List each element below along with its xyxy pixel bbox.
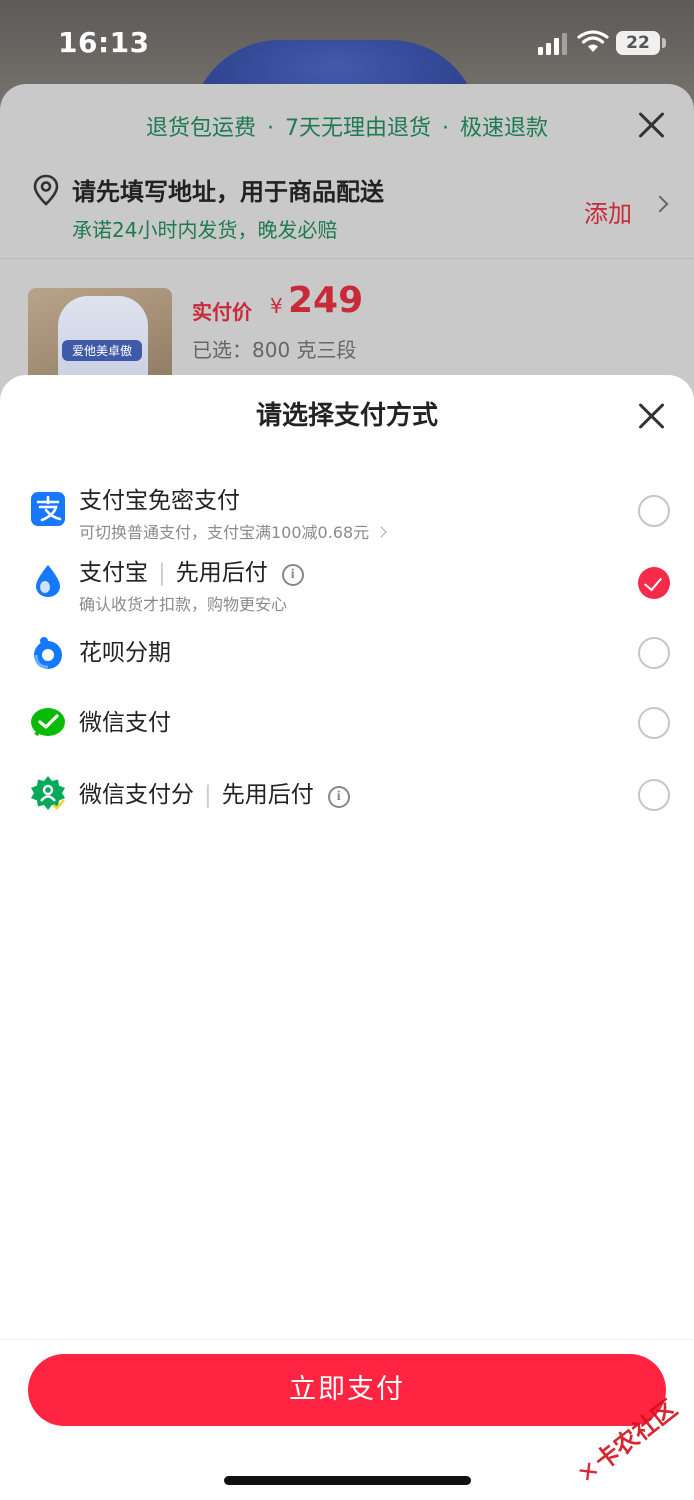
location-pin-icon [33, 174, 59, 206]
payment-method-name-row: 支付宝 | 先用后付 i [79, 553, 304, 587]
promo-item: 退货包运费 [145, 116, 256, 141]
payment-method-name: 花呗分期 [79, 640, 171, 666]
payment-method-subtitle: 可切换普通支付，支付宝满100减0.68元 [79, 519, 387, 543]
promo-separator: · [267, 116, 274, 141]
payment-method-name-row: 微信支付分 | 先用后付 i [79, 775, 350, 809]
info-icon[interactable]: i [327, 786, 350, 808]
cellular-signal-icon [538, 33, 568, 55]
address-subtitle: 承诺24小时内发货，晚发必赔 [72, 218, 338, 242]
huabei-icon [34, 637, 62, 669]
payment-method-wechat[interactable]: 微信支付 [0, 691, 694, 755]
add-address-button[interactable]: 添加 [584, 194, 632, 229]
status-bar: 16:13 22 [0, 0, 694, 86]
divider [0, 1339, 694, 1340]
selected-spec: 已选：800 克三段 [192, 338, 357, 362]
chevron-right-icon [375, 526, 387, 538]
alipay-icon [31, 492, 65, 526]
name-separator: | [204, 782, 212, 808]
battery-icon: 22 [616, 31, 660, 55]
promo-item: 7天无理由退货 [285, 116, 431, 141]
chevron-right-icon [651, 195, 669, 213]
home-indicator [224, 1476, 471, 1485]
radio-button[interactable] [638, 637, 670, 669]
address-title: 请先填写地址，用于商品配送 [72, 178, 384, 206]
product-image-label: 爱他美卓傲 [62, 340, 142, 361]
divider [0, 258, 694, 259]
wifi-icon [577, 30, 609, 52]
payment-method-tag: 先用后付 [221, 782, 314, 808]
alipay-drop-icon [36, 565, 60, 597]
radio-button[interactable] [638, 495, 670, 527]
payment-method-name: 支付宝 [79, 560, 148, 586]
payment-method-alipay-nopwd[interactable]: 支付宝免密支付 可切换普通支付，支付宝满100减0.68元 [0, 477, 694, 543]
price-currency: ¥ [270, 294, 283, 318]
order-sheet-close-icon[interactable] [636, 110, 666, 140]
wechat-score-icon [31, 776, 65, 810]
payment-method-tag: 先用后付 [175, 560, 268, 586]
promo-separator: · [442, 116, 449, 141]
battery-cap [662, 38, 666, 48]
payment-sheet-title: 请选择支付方式 [255, 401, 438, 431]
status-time: 16:13 [58, 26, 150, 59]
price-value: 249 [288, 280, 364, 321]
price-label: 实付价 [192, 300, 252, 324]
info-icon[interactable]: i [281, 564, 304, 586]
payment-sheet: 请选择支付方式 支付宝免密支付 可切换普通支付，支付宝满100减0.68元 支付… [0, 375, 694, 1500]
payment-method-name: 微信支付分 [79, 782, 194, 808]
promo-bar: 退货包运费 · 7天无理由退货 · 极速退款 [0, 110, 694, 142]
radio-button[interactable] [638, 779, 670, 811]
payment-method-huabei[interactable]: 花呗分期 [0, 621, 694, 685]
address-row[interactable]: 请先填写地址，用于商品配送 承诺24小时内发货，晚发必赔 添加 [30, 170, 670, 244]
payment-method-subtitle: 确认收货才扣款，购物更安心 [79, 595, 288, 614]
payment-method-name: 支付宝免密支付 [79, 488, 240, 514]
name-separator: | [158, 560, 166, 586]
pay-now-button[interactable]: 立即支付 [28, 1354, 666, 1426]
payment-method-subtitle-text: 可切换普通支付，支付宝满100减0.68元 [79, 523, 370, 542]
promo-item: 极速退款 [460, 116, 549, 141]
wechat-pay-icon [31, 708, 65, 737]
payment-method-wechat-score[interactable]: 微信支付分 | 先用后付 i [0, 763, 694, 827]
radio-button[interactable] [638, 707, 670, 739]
payment-sheet-close-icon[interactable] [636, 401, 666, 431]
payment-method-alipay-paylater[interactable]: 支付宝 | 先用后付 i 确认收货才扣款，购物更安心 [0, 549, 694, 614]
product-image: 爱他美卓傲 [28, 288, 172, 388]
payment-method-name: 微信支付 [79, 710, 171, 736]
radio-button-checked[interactable] [638, 567, 670, 599]
